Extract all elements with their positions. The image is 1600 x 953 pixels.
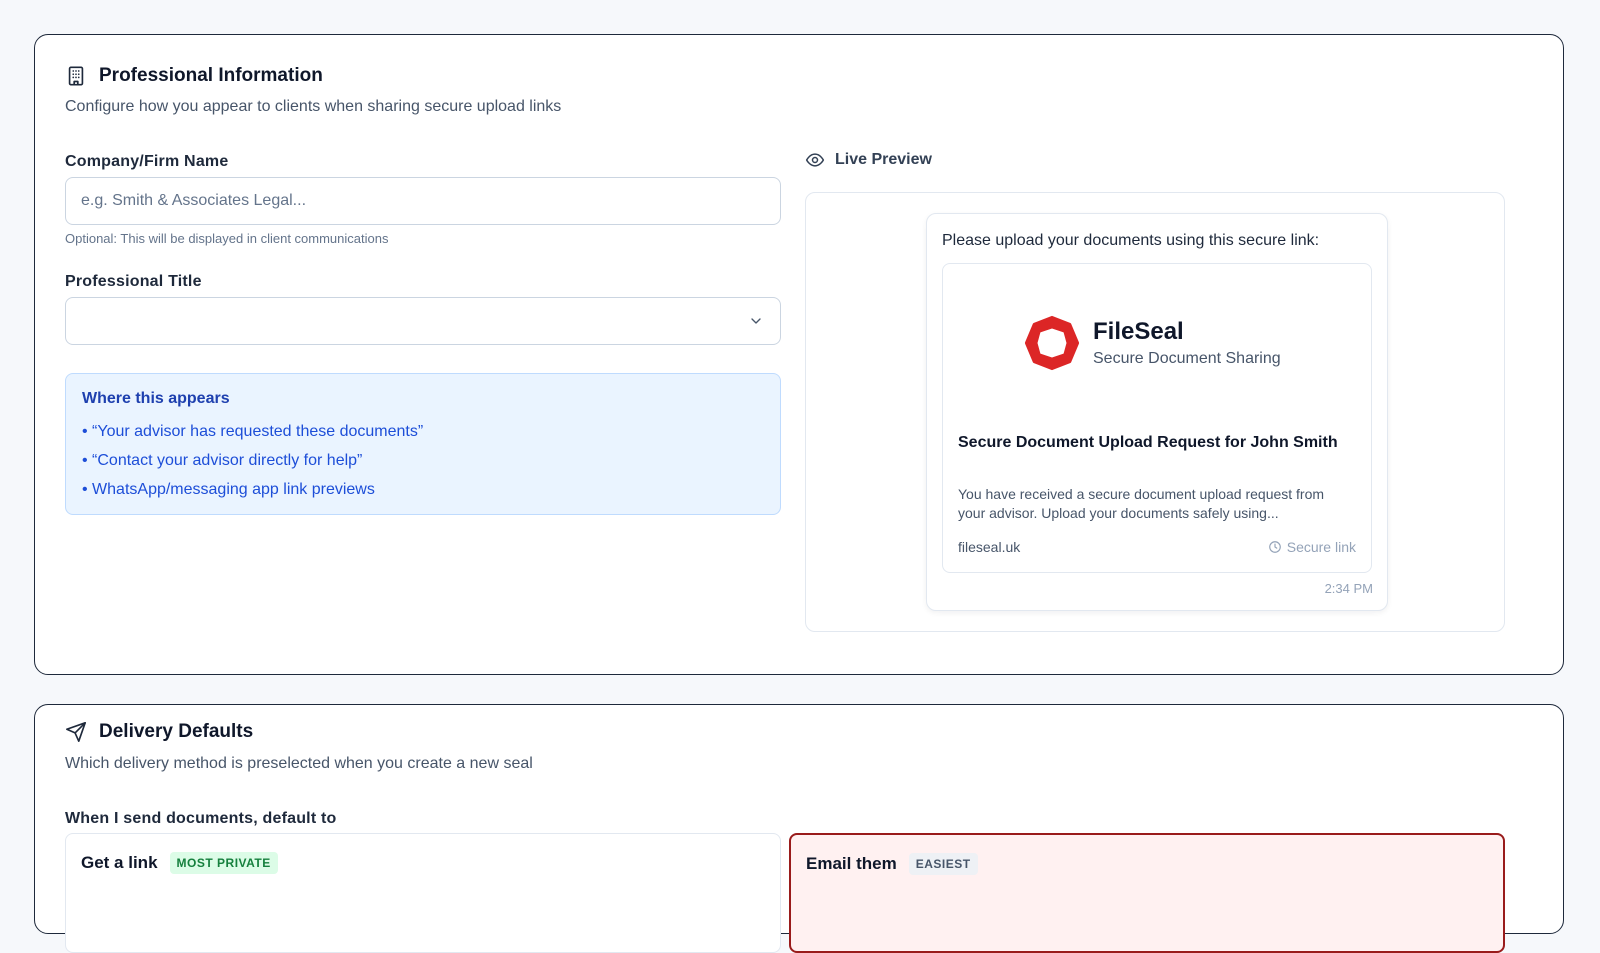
- secure-link-indicator: Secure link: [1268, 539, 1356, 555]
- fileseal-logo-icon: [1024, 315, 1080, 371]
- link-preview-title: Secure Document Upload Request for John …: [958, 434, 1338, 451]
- link-preview-domain: fileseal.uk: [958, 539, 1021, 555]
- option-badge: MOST PRIVATE: [169, 852, 278, 874]
- where-this-appears-box: Where this appears • “Your advisor has r…: [65, 373, 781, 515]
- message-timestamp: 2:34 PM: [1324, 581, 1373, 596]
- option-badge: EASIEST: [908, 853, 978, 875]
- secure-link-text: Secure link: [1286, 539, 1356, 555]
- professional-information-card: Professional Information Configure how y…: [34, 34, 1564, 675]
- link-preview-card[interactable]: FileSeal Secure Document Sharing Secure …: [942, 263, 1372, 573]
- professional-title-select[interactable]: [65, 297, 781, 345]
- option-title: Get a link: [81, 853, 158, 872]
- company-name-hint: Optional: This will be displayed in clie…: [65, 231, 389, 246]
- live-preview-label: Live Preview: [805, 150, 932, 170]
- preview-message: Please upload your documents using this …: [942, 232, 1320, 249]
- message-bubble: Please upload your documents using this …: [926, 213, 1388, 611]
- info-item: • “Your advisor has requested these docu…: [82, 423, 424, 440]
- section-subtitle: Configure how you appear to clients when…: [65, 98, 562, 115]
- brand-name: FileSeal: [1093, 318, 1184, 345]
- live-preview-panel: Please upload your documents using this …: [805, 192, 1505, 632]
- live-preview-text: Live Preview: [835, 151, 932, 168]
- building-icon: [68, 66, 84, 86]
- info-item: • WhatsApp/messaging app link previews: [82, 481, 375, 498]
- brand-block: FileSeal Secure Document Sharing: [1023, 314, 1281, 372]
- delivery-option-email-them[interactable]: Email them EASIEST: [789, 833, 1505, 953]
- chevron-down-icon: [751, 318, 761, 324]
- section-title: Delivery Defaults: [99, 721, 254, 742]
- delivery-defaults-card: Delivery Defaults Which delivery method …: [34, 704, 1564, 953]
- professional-information-header: Professional Information: [65, 65, 323, 87]
- info-item: • “Contact your advisor directly for hel…: [82, 452, 363, 469]
- option-header: Email them EASIEST: [806, 853, 978, 875]
- section-title: Professional Information: [99, 65, 323, 86]
- company-name-input[interactable]: [65, 177, 781, 225]
- brand-tagline: Secure Document Sharing: [1093, 350, 1281, 367]
- option-header: Get a link MOST PRIVATE: [81, 852, 278, 874]
- clock-icon: [1268, 541, 1281, 553]
- company-name-label: Company/Firm Name: [65, 153, 229, 170]
- send-icon: [66, 722, 86, 742]
- link-preview-description: You have received a secure document uplo…: [958, 486, 1325, 521]
- delivery-defaults-header: Delivery Defaults: [65, 721, 253, 743]
- delivery-option-get-link[interactable]: Get a link MOST PRIVATE: [65, 833, 781, 953]
- section-subtitle: Which delivery method is preselected whe…: [65, 755, 533, 772]
- professional-title-label: Professional Title: [65, 273, 202, 290]
- option-title: Email them: [806, 854, 897, 873]
- info-heading: Where this appears: [82, 390, 230, 407]
- eye-icon: [805, 153, 825, 167]
- default-delivery-label: When I send documents, default to: [65, 810, 337, 827]
